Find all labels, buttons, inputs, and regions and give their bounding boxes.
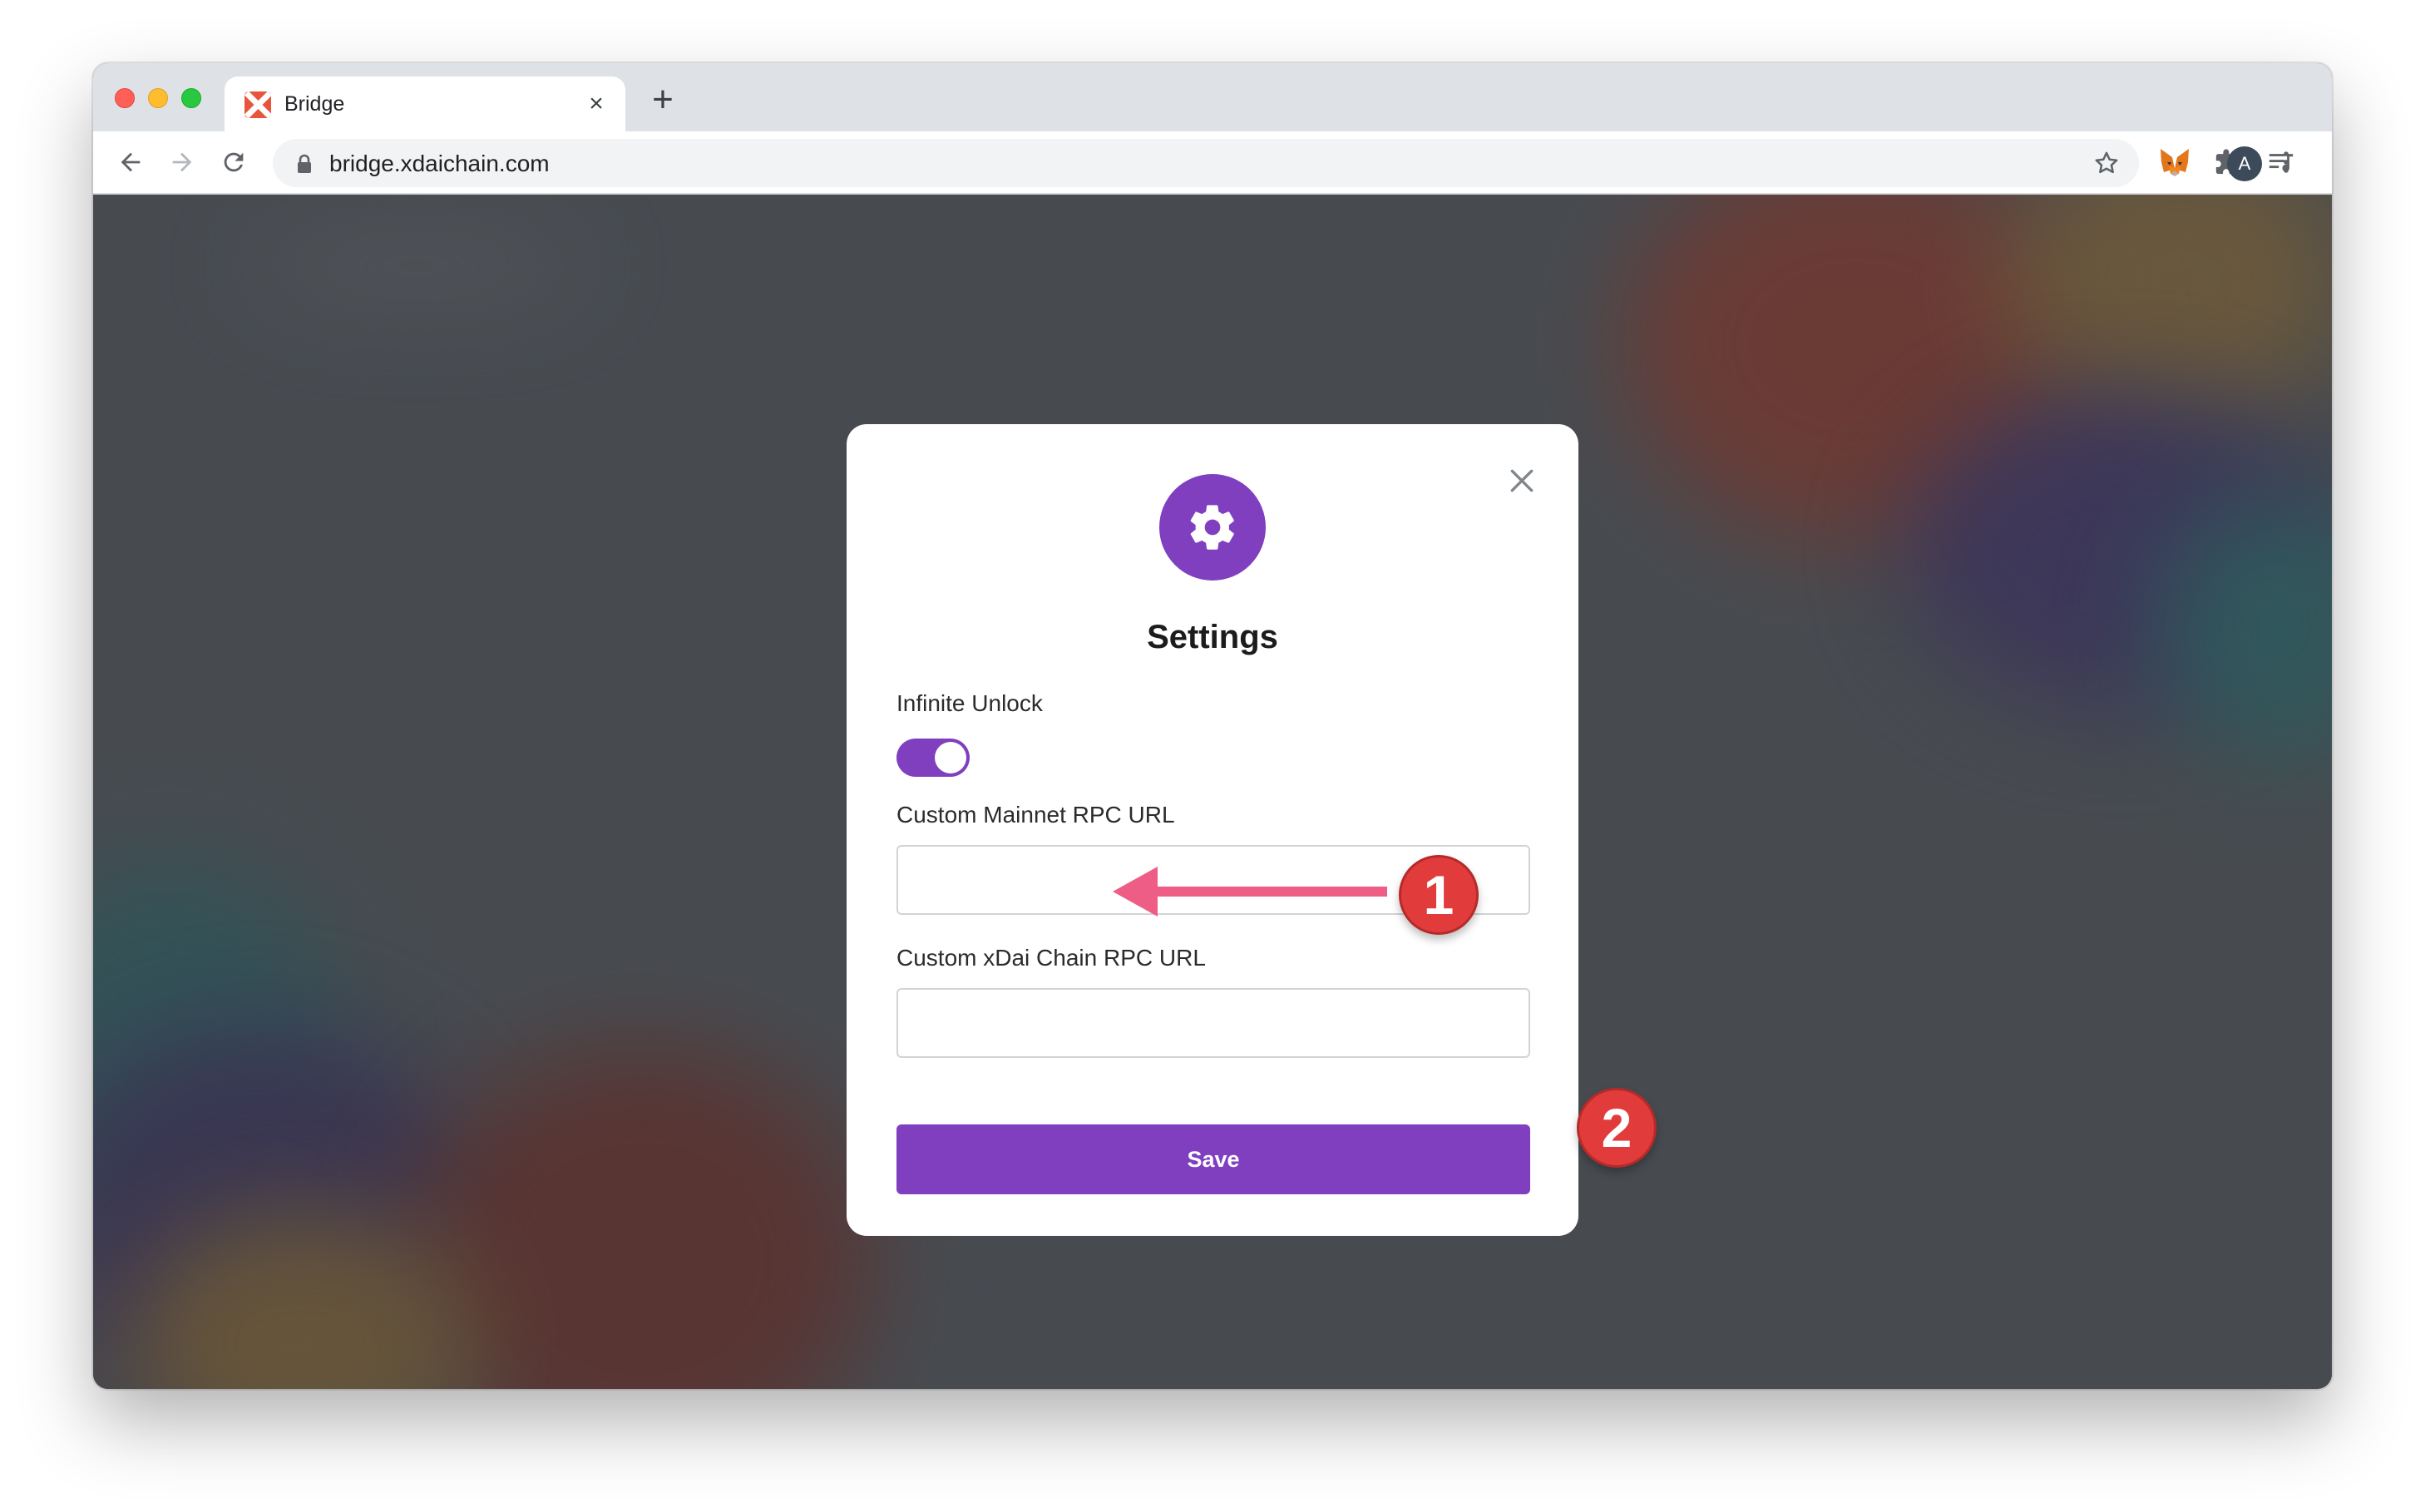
- star-icon[interactable]: [2092, 149, 2121, 177]
- settings-badge: [1159, 474, 1266, 581]
- save-button[interactable]: Save: [896, 1124, 1530, 1194]
- infinite-unlock-label: Infinite Unlock: [896, 690, 1043, 716]
- background-blob: [409, 1043, 875, 1389]
- tab-title: Bridge: [284, 92, 345, 116]
- lock-icon: [298, 154, 311, 173]
- reload-button[interactable]: [213, 141, 254, 183]
- zoom-window-button[interactable]: [181, 88, 201, 108]
- forward-arrow-icon: [172, 152, 192, 172]
- step-2-badge: 2: [1577, 1088, 1657, 1168]
- tab-close-button[interactable]: ×: [580, 88, 612, 120]
- close-icon[interactable]: [1505, 464, 1538, 497]
- page-backdrop: Settings Infinite Unlock Custom Mainnet …: [93, 195, 2332, 1389]
- metamask-fox-icon: [2161, 149, 2189, 176]
- profile-avatar[interactable]: A: [2227, 146, 2262, 181]
- back-arrow-icon: [121, 152, 141, 172]
- address-bar[interactable]: bridge.xdaichain.com: [273, 139, 2139, 187]
- new-tab-button[interactable]: +: [644, 82, 682, 120]
- metamask-extension-button[interactable]: [2154, 141, 2195, 183]
- close-window-button[interactable]: [115, 88, 135, 108]
- toggle-knob: [935, 742, 966, 773]
- xdai-rpc-input[interactable]: [896, 988, 1530, 1058]
- tab-strip: Bridge × +: [93, 63, 2332, 131]
- annotation-arrow: [1113, 867, 1387, 917]
- browser-menu-button[interactable]: [2265, 141, 2307, 183]
- bridge-favicon-icon: [244, 91, 271, 118]
- background-blob: [243, 228, 592, 303]
- gear-icon: [1190, 505, 1234, 550]
- mainnet-rpc-label: Custom Mainnet RPC URL: [896, 802, 1175, 828]
- menu-kebab-icon: [2284, 151, 2289, 173]
- step-1-badge: 1: [1399, 855, 1479, 935]
- settings-modal: Settings Infinite Unlock Custom Mainnet …: [847, 424, 1578, 1236]
- minimize-window-button[interactable]: [148, 88, 168, 108]
- browser-window: Bridge × + bridge.xdaichain.com A Settin…: [93, 63, 2332, 1389]
- xdai-rpc-label: Custom xDai Chain RPC URL: [896, 945, 1206, 971]
- browser-toolbar: bridge.xdaichain.com A: [93, 131, 2332, 195]
- modal-title: Settings: [1147, 619, 1278, 655]
- back-button[interactable]: [110, 141, 151, 183]
- infinite-unlock-toggle[interactable]: [896, 739, 970, 777]
- forward-button[interactable]: [161, 141, 203, 183]
- tab-bridge[interactable]: Bridge ×: [225, 77, 625, 131]
- url-text: bridge.xdaichain.com: [329, 151, 550, 176]
- reload-icon: [224, 152, 244, 172]
